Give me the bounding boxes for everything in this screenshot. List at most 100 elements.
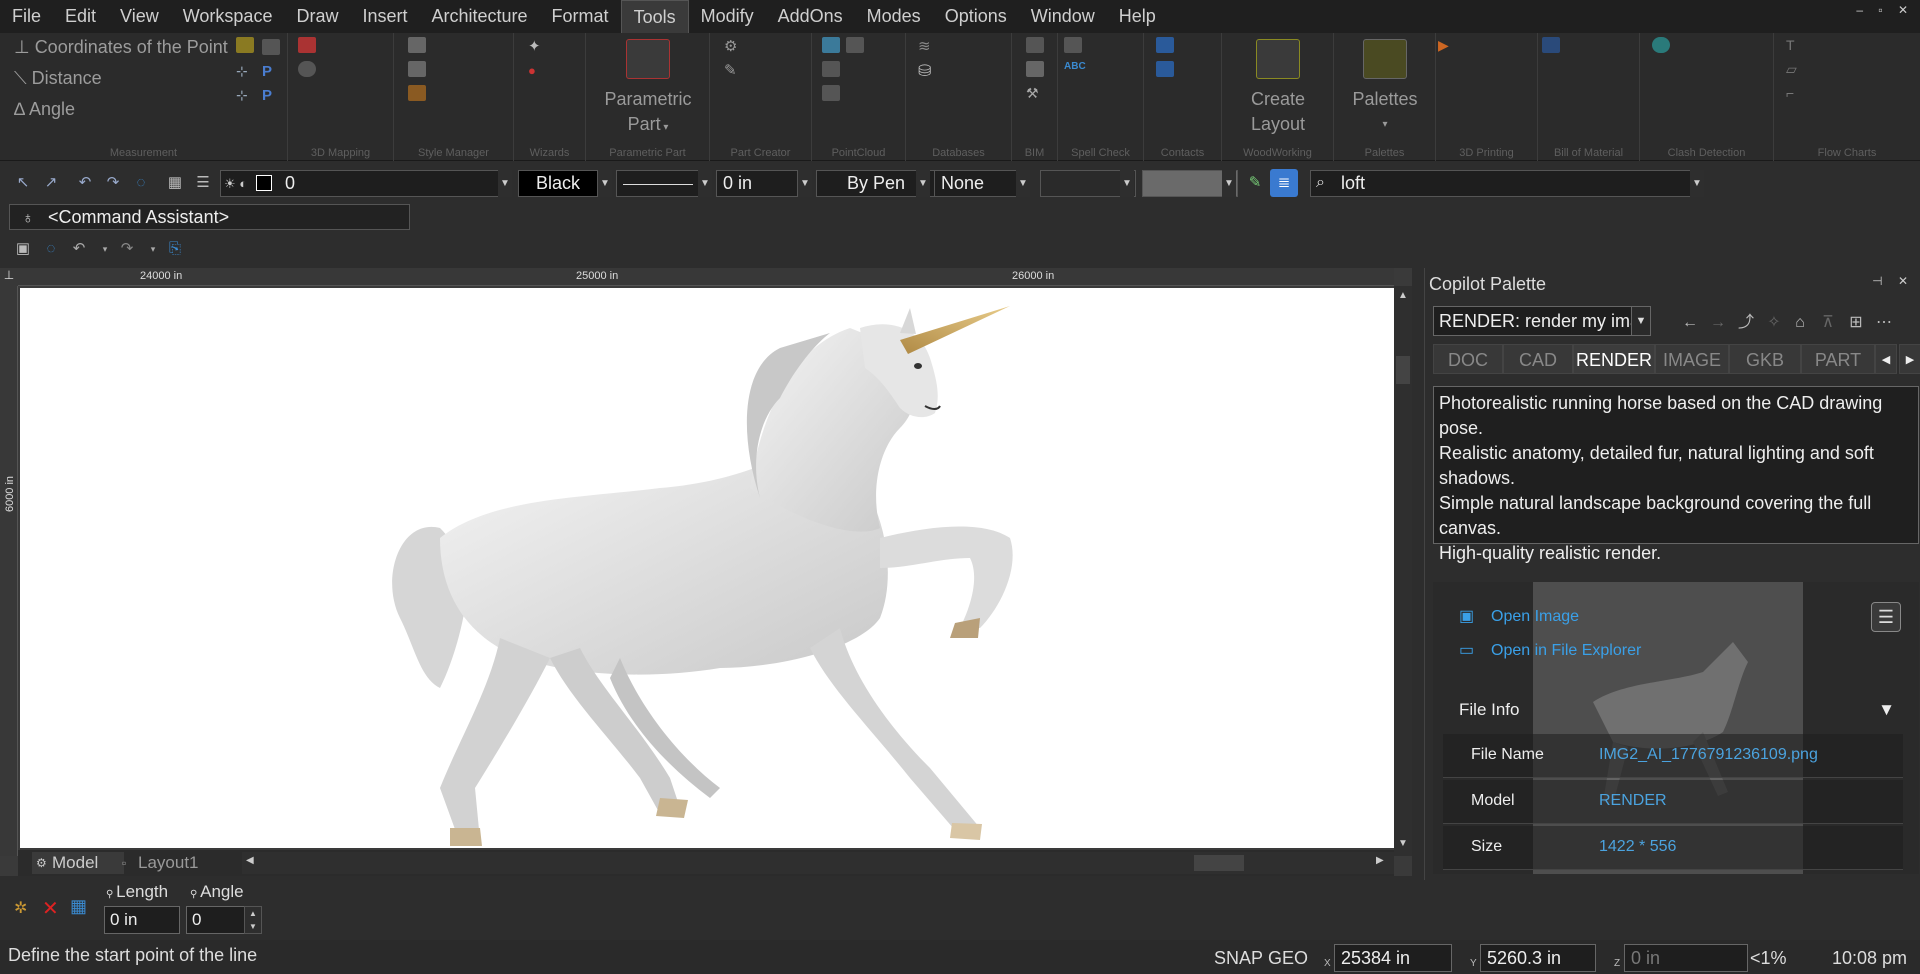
- tab-doc[interactable]: DOC: [1433, 344, 1503, 374]
- tab-scroll-right-icon[interactable]: ▶: [1899, 344, 1920, 374]
- forward-icon[interactable]: →: [1707, 314, 1729, 332]
- angle-stepper[interactable]: ▲ ▼: [244, 906, 262, 934]
- menu-window[interactable]: Window: [1019, 0, 1107, 33]
- tab-scroll-left-icon[interactable]: ◀: [1875, 344, 1897, 374]
- database-icon[interactable]: ⛁: [918, 61, 936, 80]
- z-coordinate-input[interactable]: 0 in: [1624, 944, 1748, 972]
- bim-icon[interactable]: ⚒: [1026, 85, 1044, 101]
- table-icon[interactable]: ▦: [70, 896, 87, 917]
- linestyle-dropdown-arrow[interactable]: ▼: [698, 170, 712, 197]
- window-controls[interactable]: – ▫ ✕: [1856, 3, 1914, 17]
- back-icon[interactable]: ←: [1679, 314, 1701, 332]
- wand-icon[interactable]: ✦: [528, 37, 546, 55]
- 3d-shape-icon[interactable]: [298, 61, 316, 77]
- menu-modes[interactable]: Modes: [855, 0, 933, 33]
- tab-model[interactable]: ⚙ Model: [32, 852, 124, 874]
- pointcloud-icon[interactable]: [822, 37, 840, 53]
- pencil-icon[interactable]: ✎: [1246, 174, 1264, 192]
- tab-layout1[interactable]: ▫ Layout1: [118, 852, 226, 874]
- tab-render[interactable]: RENDER: [1573, 344, 1655, 374]
- lasso-icon[interactable]: ◌: [42, 240, 60, 258]
- style-icon[interactable]: [408, 37, 426, 53]
- measure-tool-icon[interactable]: [236, 37, 254, 53]
- undo-icon[interactable]: ↶: [70, 240, 88, 258]
- command-assistant-input[interactable]: ♁ <Command Assistant>: [9, 204, 410, 230]
- open-explorer-link[interactable]: ▭ Open in File Explorer: [1459, 640, 1641, 660]
- pointcloud-icon[interactable]: [846, 37, 864, 53]
- table-icon[interactable]: ▦: [166, 174, 184, 192]
- horizontal-scrollbar[interactable]: ◀ ▶: [242, 852, 1394, 874]
- chevron-down-icon[interactable]: ▾: [144, 240, 162, 258]
- 3d-mapping-icon[interactable]: [298, 37, 316, 53]
- geo-toggle[interactable]: GEO: [1268, 948, 1308, 969]
- flowchart-icon[interactable]: T: [1786, 37, 1804, 53]
- tab-part[interactable]: PART: [1801, 344, 1875, 374]
- pointcloud-icon[interactable]: [822, 61, 840, 77]
- style-icon[interactable]: [408, 61, 426, 77]
- menu-edit[interactable]: Edit: [53, 0, 108, 33]
- color-dropdown-arrow[interactable]: ▼: [598, 170, 612, 197]
- pin-icon[interactable]: ⊼: [1817, 314, 1839, 332]
- more-icon[interactable]: ⋯: [1873, 314, 1895, 332]
- scroll-down-icon[interactable]: ▼: [1398, 838, 1408, 849]
- style-icon[interactable]: [408, 85, 426, 101]
- ruler-origin-icon[interactable]: ⊥: [0, 268, 18, 286]
- scroll-up-icon[interactable]: ▲: [1398, 290, 1408, 301]
- save-icon[interactable]: ▣: [14, 240, 32, 258]
- layers-icon[interactable]: ☰: [194, 174, 212, 192]
- zoom-level[interactable]: <1%: [1750, 948, 1787, 969]
- drawing-canvas[interactable]: [20, 288, 1394, 848]
- menu-addons[interactable]: AddOns: [766, 0, 855, 33]
- measure-tool-icon[interactable]: P: [262, 63, 280, 80]
- flowchart-icon[interactable]: ⌐: [1786, 85, 1804, 101]
- tab-gkb[interactable]: GKB: [1729, 344, 1801, 374]
- copilot-select-arrow[interactable]: ▼: [1631, 306, 1651, 336]
- style-dropdown-arrow[interactable]: ▼: [1120, 170, 1134, 197]
- wizard-icon[interactable]: ●: [528, 63, 546, 79]
- create-layout-button[interactable]: Create Layout: [1226, 39, 1330, 137]
- search-dropdown-arrow[interactable]: ▼: [1690, 170, 1704, 197]
- command-search-input[interactable]: loft: [1310, 170, 1702, 197]
- measure-tool-icon[interactable]: ⊹: [236, 63, 254, 79]
- close-icon[interactable]: ✕: [42, 896, 59, 921]
- palette-controls[interactable]: ⊣ ✕: [1872, 274, 1914, 288]
- contacts-icon[interactable]: [1156, 61, 1174, 77]
- redo-icon[interactable]: ↷: [104, 174, 122, 192]
- gear-icon[interactable]: ⚙: [724, 37, 742, 55]
- pen-dropdown-arrow[interactable]: ▼: [916, 170, 930, 197]
- abc-icon[interactable]: ABC: [1064, 61, 1086, 77]
- palettes-button[interactable]: Palettes ▾: [1338, 39, 1432, 137]
- open-image-link[interactable]: ▣ Open Image: [1459, 606, 1579, 626]
- wrench-icon[interactable]: ✎: [724, 61, 742, 79]
- menu-view[interactable]: View: [108, 0, 171, 33]
- bim-icon[interactable]: [1026, 61, 1044, 77]
- stack-icon[interactable]: ≣: [1270, 169, 1298, 197]
- chevron-down-icon[interactable]: ▾: [96, 240, 114, 258]
- menu-insert[interactable]: Insert: [350, 0, 419, 33]
- menu-workspace[interactable]: Workspace: [171, 0, 285, 33]
- snap-settings-icon[interactable]: ✲: [14, 898, 27, 918]
- bill-of-material-icon[interactable]: [1542, 37, 1560, 53]
- scrollbar-thumb[interactable]: [1194, 855, 1244, 871]
- angle-button[interactable]: ∆ Angle: [14, 99, 75, 120]
- linestyle-select[interactable]: [616, 170, 702, 197]
- home-icon[interactable]: ⌂: [1789, 314, 1811, 332]
- chevron-down-icon[interactable]: ▼: [1878, 700, 1895, 720]
- flowchart-icon[interactable]: ▱: [1786, 61, 1804, 77]
- measure-tool-icon[interactable]: P: [262, 87, 280, 104]
- snap-toggle[interactable]: SNAP: [1214, 948, 1263, 969]
- menu-options[interactable]: Options: [933, 0, 1019, 33]
- 3d-printing-icon[interactable]: ▶: [1438, 37, 1456, 53]
- x-coordinate-input[interactable]: 25384 in: [1334, 944, 1452, 972]
- coordinates-point-button[interactable]: ⊥ Coordinates of the Point: [14, 37, 228, 58]
- redo-icon[interactable]: ↷: [118, 240, 136, 258]
- length-input[interactable]: 0 in: [104, 906, 180, 934]
- tab-image[interactable]: IMAGE: [1655, 344, 1729, 374]
- undo-icon[interactable]: ↶: [76, 174, 94, 192]
- measure-tool-icon[interactable]: ⊹: [236, 87, 254, 103]
- spell-check-icon[interactable]: [1064, 37, 1082, 53]
- menu-draw[interactable]: Draw: [284, 0, 350, 33]
- menu-format[interactable]: Format: [540, 0, 621, 33]
- color-select[interactable]: Black: [518, 170, 598, 197]
- scroll-right-icon[interactable]: ▶: [1376, 855, 1384, 866]
